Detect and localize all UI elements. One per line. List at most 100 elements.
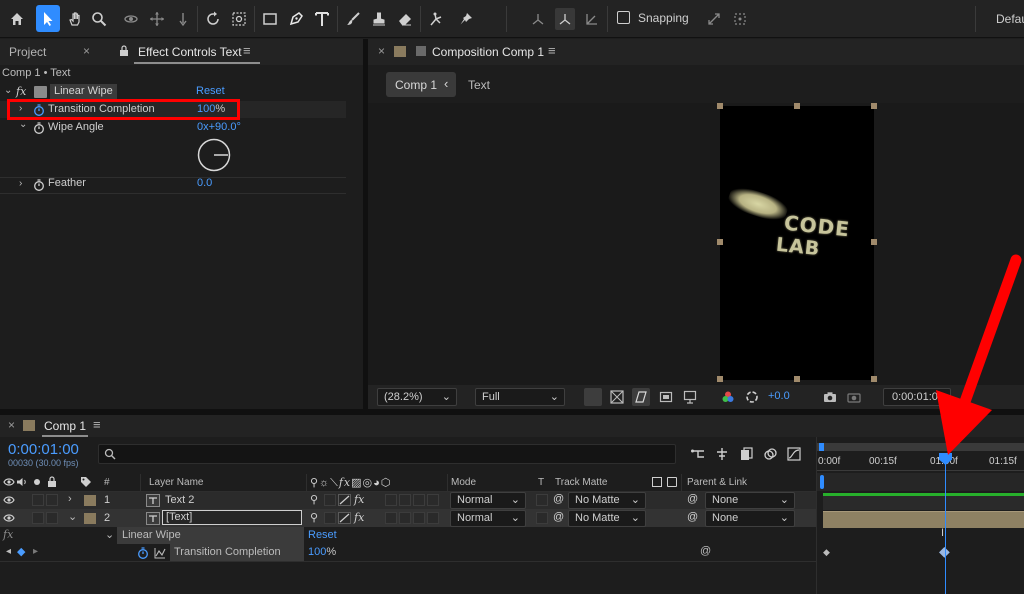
timeline-effect-name-box[interactable]: Linear Wipe (117, 527, 304, 544)
pan-camera-icon[interactable] (146, 8, 168, 30)
transform-handle[interactable] (871, 376, 877, 382)
rotate-tool-icon[interactable] (202, 8, 224, 30)
clone-stamp-tool-icon[interactable] (368, 8, 390, 30)
layer-row[interactable]: ⌄ 2 [Text] ⚲ fx Normal ⌄ @ No Matte ⌄ @ No… (0, 509, 816, 527)
preserve-transparency-switch[interactable] (536, 512, 548, 524)
effect-reset-link[interactable]: Reset (196, 85, 225, 97)
solo-icon[interactable] (34, 479, 40, 485)
draft-3d-icon[interactable] (713, 445, 731, 463)
lock-icon[interactable] (118, 44, 130, 58)
work-area-start-handle[interactable] (819, 443, 824, 451)
local-axis-icon[interactable] (528, 8, 548, 30)
snap-edges-icon[interactable] (703, 8, 725, 30)
adjustment-switch[interactable] (413, 512, 425, 524)
parent-pickwhip-icon[interactable]: @ (687, 511, 698, 523)
layer-bar[interactable] (823, 493, 1024, 510)
guides-icon[interactable] (681, 388, 699, 406)
show-snapshot-icon[interactable] (845, 388, 863, 406)
transparency-grid-icon[interactable] (608, 388, 626, 406)
mode-dropdown[interactable]: Normal ⌄ (450, 492, 526, 509)
angle-dial-icon[interactable] (197, 138, 231, 172)
shy-layers-icon[interactable] (737, 445, 755, 463)
label-tag-icon[interactable] (80, 476, 92, 488)
expand-chevron-icon[interactable]: › (68, 493, 72, 505)
channel-icon[interactable] (719, 388, 737, 406)
parent-dropdown[interactable]: None ⌄ (705, 492, 795, 509)
exposure-value[interactable]: +0.0 (768, 390, 790, 402)
keyframe[interactable]: ◆ (823, 547, 830, 558)
timeline-graph[interactable]: 0:00f 00:15f 01:00f 01:15f ◆ ◆ I (816, 437, 1024, 594)
lock-switch[interactable] (46, 512, 58, 524)
collapse-chevron-icon[interactable]: ⌄ (68, 510, 77, 523)
layer-name-edit-field[interactable]: [Text] (162, 510, 302, 525)
effects-switch[interactable]: fx (354, 493, 364, 506)
pen-tool-icon[interactable] (285, 8, 307, 30)
adjustment-switch[interactable] (413, 494, 425, 506)
solo-switch[interactable] (32, 512, 44, 524)
playhead-line[interactable] (945, 459, 946, 594)
snap-features-icon[interactable] (729, 8, 751, 30)
workspace-label[interactable]: Defau (996, 12, 1024, 26)
effects-switch[interactable]: fx (354, 511, 364, 524)
close-icon[interactable]: × (8, 418, 15, 432)
fx-toggle[interactable]: fx (16, 85, 26, 98)
mask-visibility-icon[interactable] (632, 388, 650, 406)
lock-icon[interactable] (46, 476, 58, 488)
tab-composition[interactable]: Composition Comp 1 (432, 45, 544, 59)
collapse-switch[interactable] (324, 494, 336, 506)
flow-layer-label[interactable]: Text (468, 78, 490, 92)
matte-pickwhip-icon[interactable]: @ (553, 511, 564, 523)
selection-tool-icon[interactable] (36, 5, 60, 32)
timeline-property-name-box[interactable]: Transition Completion (170, 544, 304, 561)
eye-icon[interactable] (3, 512, 15, 524)
mode-dropdown[interactable]: Normal ⌄ (450, 510, 526, 527)
puppet-pin-tool-icon[interactable] (455, 8, 477, 30)
lock-switch[interactable] (46, 494, 58, 506)
layer-row[interactable]: › 1 Text 2 ⚲ fx Normal ⌄ @ No Matte ⌄ @ No… (0, 492, 816, 509)
panel-menu-icon[interactable]: ≡ (548, 43, 556, 58)
3d-layer-switch[interactable] (427, 512, 439, 524)
layer-bar[interactable] (823, 511, 1024, 528)
expand-chevron-icon[interactable]: › (19, 178, 22, 189)
orbit-camera-icon[interactable] (120, 8, 142, 30)
snapping-checkbox[interactable] (617, 11, 630, 24)
graph-icon[interactable] (153, 546, 166, 559)
layer-name[interactable]: Text 2 (165, 494, 194, 506)
brush-tool-icon[interactable] (342, 8, 364, 30)
anchor-point-tool-icon[interactable] (228, 8, 250, 30)
prev-keyframe-icon[interactable]: ◂ (6, 546, 11, 557)
composition-flowchart-icon[interactable] (689, 445, 707, 463)
hand-tool-icon[interactable] (64, 8, 86, 30)
region-of-interest-icon[interactable] (657, 388, 675, 406)
motion-blur-switch[interactable] (399, 512, 411, 524)
parent-pickwhip-icon[interactable]: @ (687, 493, 698, 505)
collapse-chevron-icon[interactable]: ⌄ (4, 85, 12, 96)
current-time-display[interactable]: 0:00:01:00 (8, 441, 79, 458)
add-keyframe-icon[interactable]: ◆ (17, 545, 25, 558)
motion-blur-icon[interactable] (761, 445, 779, 463)
frame-blend-switch[interactable] (385, 512, 397, 524)
tab-effect-controls[interactable]: Effect Controls Text (138, 45, 242, 59)
fast-previews-icon[interactable] (584, 388, 602, 406)
frame-blend-switch[interactable] (385, 494, 397, 506)
reset-exposure-icon[interactable] (743, 388, 761, 406)
resolution-dropdown[interactable]: Full ⌄ (475, 388, 565, 406)
eraser-tool-icon[interactable] (394, 8, 416, 30)
roto-brush-tool-icon[interactable] (425, 8, 447, 30)
timeline-effect-reset[interactable]: Reset (308, 529, 337, 541)
flow-comp-button[interactable]: Comp 1 ‹ (386, 72, 456, 97)
transform-handle[interactable] (717, 376, 723, 382)
preserve-transparency-switch[interactable] (536, 494, 548, 506)
video-toggle-icon[interactable] (3, 476, 15, 488)
panel-menu-icon[interactable]: ≡ (243, 43, 251, 58)
collapse-switch[interactable] (324, 512, 336, 524)
layer-label-color[interactable] (84, 513, 96, 524)
shy-switch-icon[interactable]: ⚲ (310, 511, 318, 524)
home-icon[interactable] (6, 8, 28, 30)
stopwatch-icon[interactable] (136, 546, 149, 559)
eye-icon[interactable] (3, 494, 15, 506)
expression-pickwhip-icon[interactable]: @ (700, 545, 711, 557)
quality-switch-icon[interactable] (338, 494, 351, 506)
transform-handle[interactable] (871, 103, 877, 109)
world-axis-icon[interactable] (555, 8, 575, 30)
